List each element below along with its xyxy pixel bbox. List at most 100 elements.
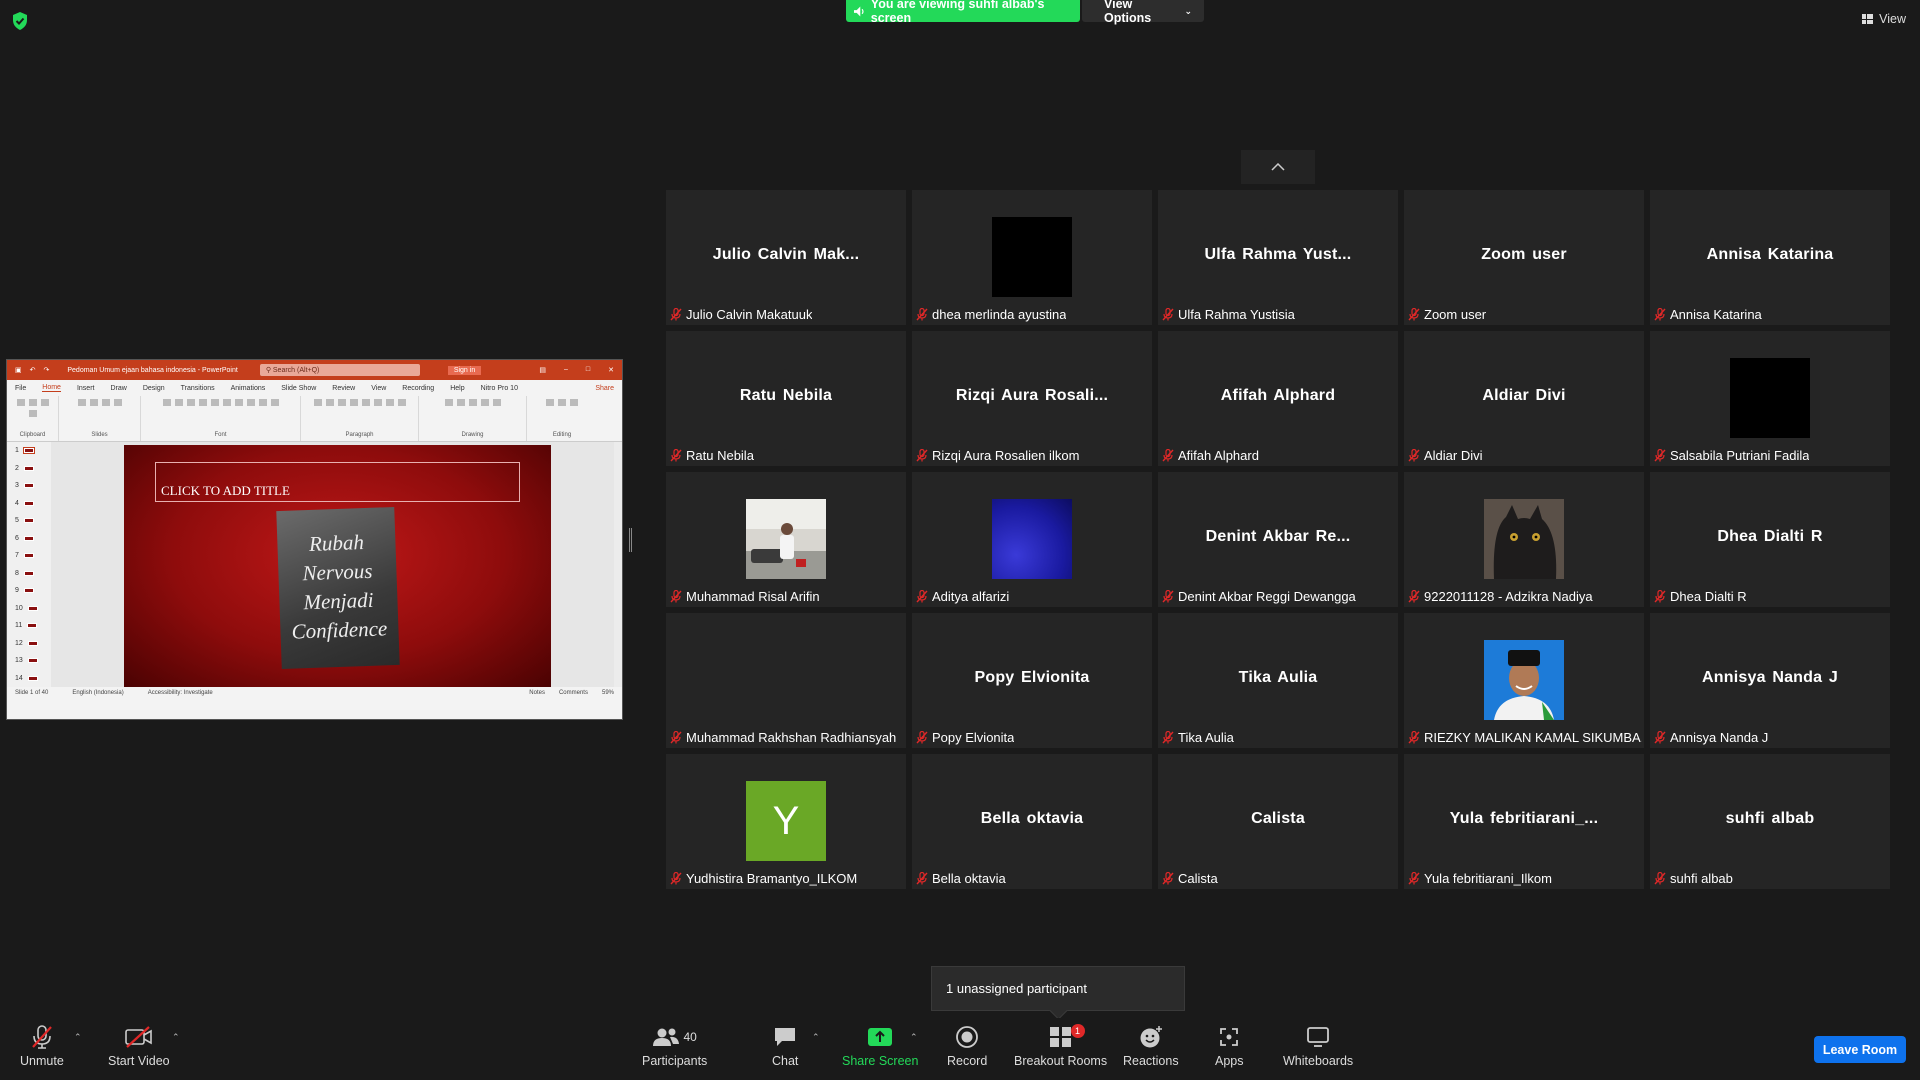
- slide-thumb[interactable]: 8: [7, 565, 51, 583]
- slide-canvas[interactable]: CLICK TO ADD TITLE Rubah Nervous Menjadi…: [124, 445, 551, 687]
- participant-tile[interactable]: Afifah Alphard Afifah Alphard: [1158, 331, 1398, 466]
- leave-room-button[interactable]: Leave Room: [1814, 1036, 1906, 1063]
- slide-thumb[interactable]: 14: [7, 670, 51, 688]
- participant-tile[interactable]: Aditya alfarizi: [912, 472, 1152, 607]
- participant-tile[interactable]: Rizqi Aura Rosali... Rizqi Aura Rosalien …: [912, 331, 1152, 466]
- ppt-ribbon-display-icon[interactable]: ▤: [539, 366, 546, 374]
- slide-number: 6: [15, 534, 19, 542]
- slide-thumb[interactable]: 13: [7, 652, 51, 670]
- share-screen-icon: [868, 1028, 893, 1046]
- participant-tile[interactable]: Ratu Nebila Ratu Nebila: [666, 331, 906, 466]
- participant-tile[interactable]: Muhammad Risal Arifin: [666, 472, 906, 607]
- ribbon-group-font: Font: [141, 396, 301, 441]
- participant-tile[interactable]: suhfi albab suhfi albab: [1650, 754, 1890, 889]
- slide-thumb[interactable]: 1: [7, 442, 51, 460]
- slide-thumb[interactable]: 5: [7, 512, 51, 530]
- participant-tile[interactable]: dhea merlinda ayustina: [912, 190, 1152, 325]
- participant-tile[interactable]: Popy Elvionita Popy Elvionita: [912, 613, 1152, 748]
- microphone-muted-icon: [32, 1025, 52, 1049]
- ppt-undo-icon[interactable]: ↶: [30, 366, 36, 374]
- slide-title-placeholder[interactable]: CLICK TO ADD TITLE: [155, 462, 520, 502]
- ppt-tab-animations[interactable]: Animations: [231, 385, 266, 392]
- ppt-sign-in-button[interactable]: Sign in: [447, 365, 482, 375]
- reactions-button[interactable]: Reactions: [1123, 1022, 1179, 1068]
- ppt-tab-recording[interactable]: Recording: [402, 385, 434, 392]
- slide-thumb[interactable]: 4: [7, 495, 51, 513]
- participant-tile[interactable]: Tika Aulia Tika Aulia: [1158, 613, 1398, 748]
- ppt-save-icon[interactable]: ▣: [15, 366, 22, 374]
- slide-thumb[interactable]: 12: [7, 635, 51, 653]
- unmute-button[interactable]: Unmute: [20, 1022, 64, 1068]
- participant-tile[interactable]: 9222011128 - Adzikra Nadiya: [1404, 472, 1644, 607]
- slide-thumb[interactable]: 7: [7, 547, 51, 565]
- participant-tile[interactable]: Zoom user Zoom user: [1404, 190, 1644, 325]
- ppt-minimize-icon[interactable]: –: [564, 366, 568, 374]
- ppt-tab-file[interactable]: File: [15, 385, 26, 392]
- whiteboards-button[interactable]: Whiteboards: [1283, 1022, 1353, 1068]
- chat-button[interactable]: Chat: [772, 1022, 798, 1068]
- encryption-shield-icon[interactable]: [12, 12, 28, 30]
- participant-tile[interactable]: Yula febritiarani_... Yula febritiarani_I…: [1404, 754, 1644, 889]
- record-button[interactable]: Record: [947, 1022, 987, 1068]
- hide-gallery-button[interactable]: [1241, 150, 1315, 184]
- ppt-tab-nitro[interactable]: Nitro Pro 10: [481, 385, 518, 392]
- slide-thumb[interactable]: 10: [7, 600, 51, 618]
- audio-options-caret-icon[interactable]: ⌃: [74, 1032, 82, 1043]
- ppt-tab-slideshow[interactable]: Slide Show: [281, 385, 316, 392]
- share-options-caret-icon[interactable]: ⌃: [910, 1032, 918, 1043]
- participant-name: Muhammad Rakhshan Radhiansyah: [686, 729, 897, 745]
- participant-tile[interactable]: Y Yudhistira Bramantyo_ILKOM: [666, 754, 906, 889]
- ppt-close-icon[interactable]: ✕: [608, 366, 614, 374]
- ppt-tab-design[interactable]: Design: [143, 385, 165, 392]
- notes-button[interactable]: Notes: [529, 690, 545, 696]
- zoom-level[interactable]: 59%: [602, 690, 614, 696]
- slide-thumb[interactable]: 3: [7, 477, 51, 495]
- participant-tile[interactable]: Salsabila Putriani Fadila: [1650, 331, 1890, 466]
- slide-thumb[interactable]: 11: [7, 617, 51, 635]
- participant-tile[interactable]: Annisa Katarina Annisa Katarina: [1650, 190, 1890, 325]
- microphone-muted-icon: [1654, 307, 1666, 320]
- participant-tile[interactable]: Calista Calista: [1158, 754, 1398, 889]
- splitter-handle[interactable]: [629, 528, 632, 552]
- participant-tile[interactable]: RIEZKY MALIKAN KAMAL SIKUMBA...: [1404, 613, 1644, 748]
- participant-tile[interactable]: Aldiar Divi Aldiar Divi: [1404, 331, 1644, 466]
- ppt-tab-review[interactable]: Review: [332, 385, 355, 392]
- view-options-button[interactable]: View Options ⌄: [1082, 0, 1204, 25]
- ppt-maximize-icon[interactable]: □: [586, 366, 590, 374]
- start-video-button[interactable]: Start Video: [108, 1022, 170, 1068]
- comments-button[interactable]: Comments: [559, 690, 588, 696]
- chat-options-caret-icon[interactable]: ⌃: [812, 1032, 820, 1043]
- participant-tile[interactable]: Denint Akbar Re... Denint Akbar Reggi Dew…: [1158, 472, 1398, 607]
- breakout-rooms-button[interactable]: 1 Breakout Rooms: [1014, 1022, 1107, 1068]
- participant-tile[interactable]: Bella oktavia Bella oktavia: [912, 754, 1152, 889]
- ppt-doc-title: Pedoman Umum ejaan bahasa indonesia - Po…: [67, 366, 238, 374]
- video-options-caret-icon[interactable]: ⌃: [172, 1032, 180, 1043]
- ppt-search-box[interactable]: ⚲ Search (Alt+Q): [259, 364, 420, 376]
- ppt-tab-view[interactable]: View: [371, 385, 386, 392]
- ppt-tab-draw[interactable]: Draw: [110, 385, 126, 392]
- participant-tile[interactable]: Julio Calvin Mak... Julio Calvin Makatuuk: [666, 190, 906, 325]
- slide-thumb[interactable]: 9: [7, 582, 51, 600]
- slide-number: 5: [15, 517, 19, 525]
- participant-tile[interactable]: Annisya Nanda J Annisya Nanda J: [1650, 613, 1890, 748]
- ppt-tab-help[interactable]: Help: [450, 385, 464, 392]
- ppt-vertical-scrollbar[interactable]: [614, 442, 622, 699]
- participant-tile[interactable]: Dhea Dialti R Dhea Dialti R: [1650, 472, 1890, 607]
- participant-tile[interactable]: Muhammad Rakhshan Radhiansyah: [666, 613, 906, 748]
- apps-button[interactable]: Apps: [1215, 1022, 1244, 1068]
- view-layout-button[interactable]: View: [1862, 12, 1906, 26]
- breakout-rooms-label: Breakout Rooms: [1014, 1054, 1108, 1068]
- participant-name: Salsabila Putriani Fadila: [1670, 447, 1810, 463]
- microphone-muted-icon: [916, 307, 928, 320]
- share-screen-button[interactable]: Share Screen: [842, 1022, 918, 1068]
- participant-tile[interactable]: Ulfa Rahma Yust... Ulfa Rahma Yustisia: [1158, 190, 1398, 325]
- ppt-tab-transitions[interactable]: Transitions: [181, 385, 215, 392]
- participants-button[interactable]: 40 Participants: [642, 1022, 707, 1068]
- slide-thumb[interactable]: 6: [7, 530, 51, 548]
- accessibility-indicator[interactable]: Accessibility: Investigate: [148, 690, 213, 696]
- ppt-redo-icon[interactable]: ↷: [44, 366, 50, 374]
- ppt-share-button[interactable]: Share: [595, 385, 614, 392]
- ppt-tab-home[interactable]: Home: [42, 384, 61, 392]
- slide-thumb[interactable]: 2: [7, 460, 51, 478]
- ppt-tab-insert[interactable]: Insert: [77, 385, 95, 392]
